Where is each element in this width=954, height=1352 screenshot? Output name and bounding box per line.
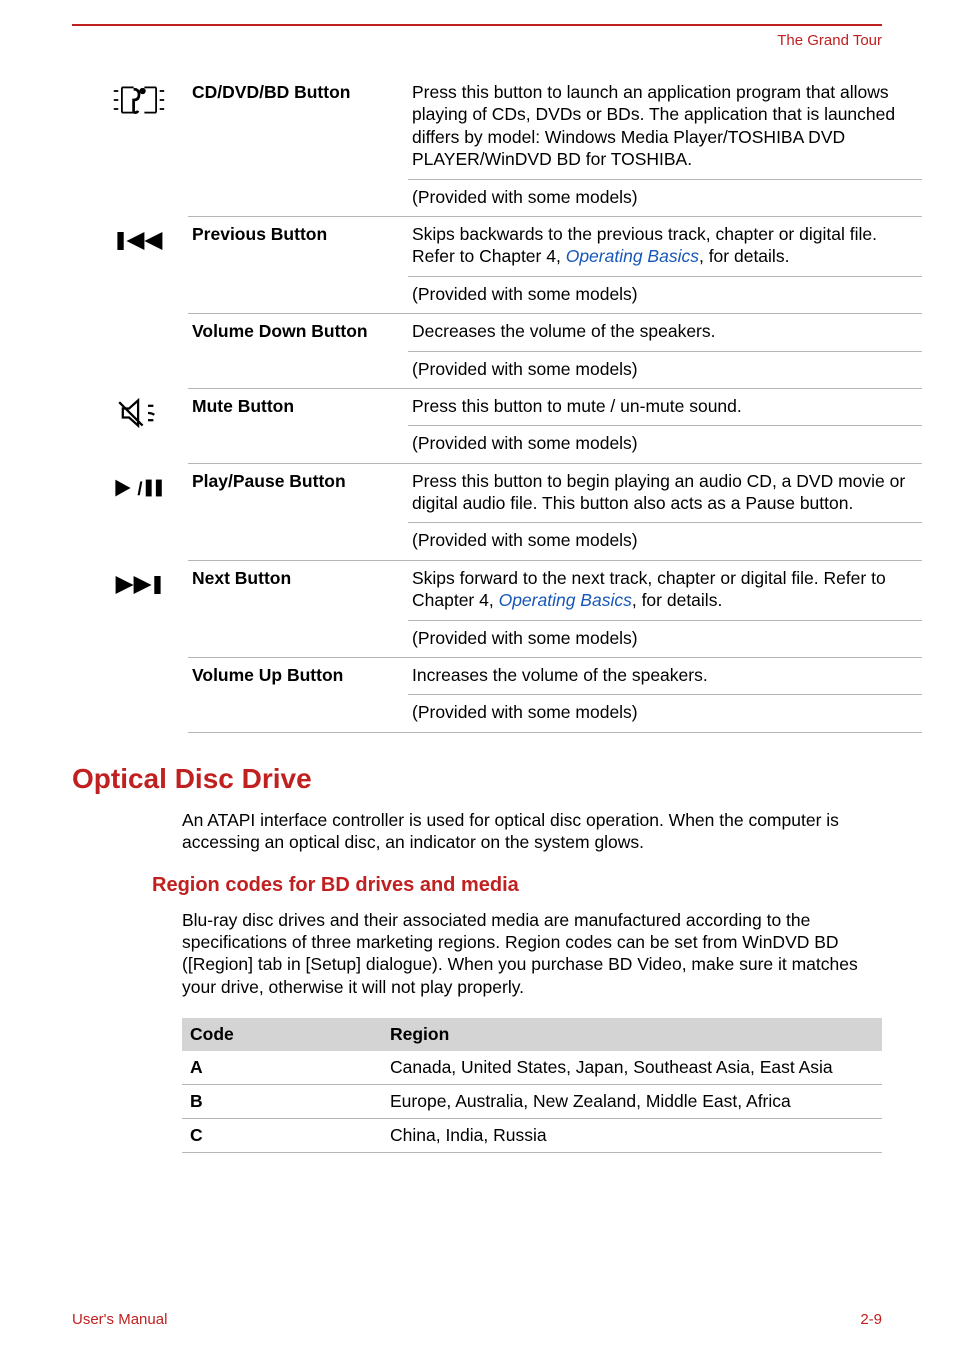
button-note: (Provided with some models) bbox=[408, 695, 922, 732]
region-code: B bbox=[182, 1085, 382, 1119]
table-row: Volume Up Button Increases the volume of… bbox=[112, 658, 922, 695]
footer-right: 2-9 bbox=[860, 1311, 882, 1328]
table-row: Previous Button Skips backwards to the p… bbox=[112, 216, 922, 276]
region-heading: Region codes for BD drives and media bbox=[152, 874, 882, 897]
button-note: (Provided with some models) bbox=[408, 523, 922, 560]
icon-cell bbox=[112, 658, 188, 733]
icon-cell bbox=[112, 388, 188, 463]
button-note: (Provided with some models) bbox=[408, 620, 922, 657]
button-name: Next Button bbox=[188, 560, 408, 657]
button-note: (Provided with some models) bbox=[408, 179, 922, 216]
header-rule bbox=[72, 24, 882, 26]
footer-left: User's Manual bbox=[72, 1311, 167, 1328]
table-row: B Europe, Australia, New Zealand, Middle… bbox=[182, 1085, 882, 1119]
region-name: China, India, Russia bbox=[382, 1119, 882, 1153]
table-row: Next Button Skips forward to the next tr… bbox=[112, 560, 922, 620]
operating-basics-link[interactable]: Operating Basics bbox=[566, 246, 699, 266]
button-desc: Increases the volume of the speakers. bbox=[408, 658, 922, 695]
icon-cell: / bbox=[112, 463, 188, 560]
buttons-table: CD/DVD/BD Button Press this button to la… bbox=[112, 75, 922, 733]
col-code: Code bbox=[182, 1018, 382, 1051]
svg-text:/: / bbox=[137, 478, 142, 499]
button-desc: Press this button to begin playing an au… bbox=[408, 463, 922, 523]
button-desc: Skips backwards to the previous track, c… bbox=[408, 216, 922, 276]
footer: User's Manual 2-9 bbox=[72, 1311, 882, 1328]
icon-cell bbox=[112, 560, 188, 657]
desc-post: , for details. bbox=[632, 590, 722, 610]
button-note: (Provided with some models) bbox=[408, 351, 922, 388]
button-name: Play/Pause Button bbox=[188, 463, 408, 560]
desc-post: , for details. bbox=[699, 246, 789, 266]
cd-dvd-bd-icon bbox=[112, 81, 166, 119]
table-row: A Canada, United States, Japan, Southeas… bbox=[182, 1051, 882, 1085]
button-name: Previous Button bbox=[188, 216, 408, 313]
icon-cell bbox=[112, 314, 188, 389]
table-row: Mute Button Press this button to mute / … bbox=[112, 388, 922, 425]
table-row: Volume Down Button Decreases the volume … bbox=[112, 314, 922, 351]
page: The Grand Tour CD/DVD/BD Button P bbox=[0, 0, 954, 1352]
region-para: Blu-ray disc drives and their associated… bbox=[182, 909, 882, 999]
header-section: The Grand Tour bbox=[72, 32, 882, 49]
button-name: CD/DVD/BD Button bbox=[188, 75, 408, 216]
table-row: C China, India, Russia bbox=[182, 1119, 882, 1153]
region-code: C bbox=[182, 1119, 382, 1153]
previous-icon bbox=[112, 222, 166, 260]
region-code: A bbox=[182, 1051, 382, 1085]
button-note: (Provided with some models) bbox=[408, 276, 922, 313]
button-desc: Decreases the volume of the speakers. bbox=[408, 314, 922, 351]
table-row: CD/DVD/BD Button Press this button to la… bbox=[112, 75, 922, 179]
table-row: / Play/Pause Button Press this button to… bbox=[112, 463, 922, 523]
icon-cell bbox=[112, 75, 188, 216]
icon-cell bbox=[112, 216, 188, 313]
region-name: Canada, United States, Japan, Southeast … bbox=[382, 1051, 882, 1085]
col-region: Region bbox=[382, 1018, 882, 1051]
optical-para: An ATAPI interface controller is used fo… bbox=[182, 809, 882, 854]
button-desc: Press this button to mute / un-mute soun… bbox=[408, 388, 922, 425]
play-pause-icon: / bbox=[112, 469, 166, 507]
button-name: Volume Up Button bbox=[188, 658, 408, 733]
button-note: (Provided with some models) bbox=[408, 426, 922, 463]
mute-icon bbox=[112, 394, 166, 432]
table-header-row: Code Region bbox=[182, 1018, 882, 1051]
region-table: Code Region A Canada, United States, Jap… bbox=[182, 1018, 882, 1153]
button-name: Mute Button bbox=[188, 388, 408, 463]
optical-heading: Optical Disc Drive bbox=[72, 763, 882, 795]
next-icon bbox=[112, 566, 166, 604]
button-desc: Press this button to launch an applicati… bbox=[408, 75, 922, 179]
operating-basics-link[interactable]: Operating Basics bbox=[499, 590, 632, 610]
button-desc: Skips forward to the next track, chapter… bbox=[408, 560, 922, 620]
region-name: Europe, Australia, New Zealand, Middle E… bbox=[382, 1085, 882, 1119]
button-name: Volume Down Button bbox=[188, 314, 408, 389]
